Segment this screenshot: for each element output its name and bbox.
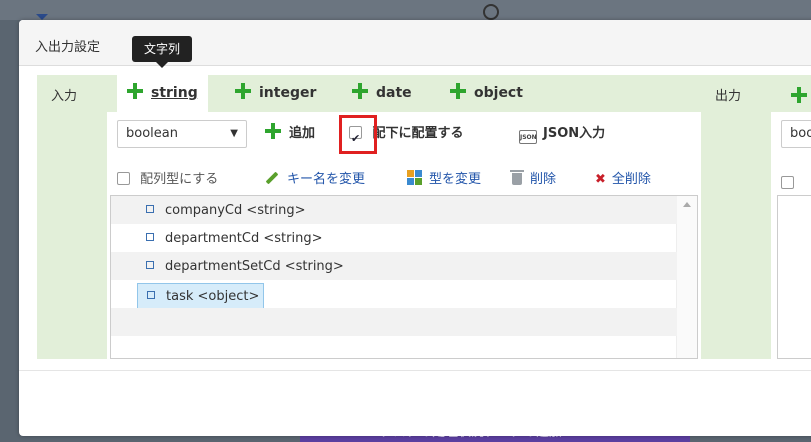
change-type-button[interactable]: 型を変更 <box>407 170 481 190</box>
type-change-icon <box>407 170 423 186</box>
output-label: 出力 <box>715 89 742 104</box>
dialog-header: 入出力設定 文字列 <box>19 20 811 68</box>
plus-icon <box>235 83 251 99</box>
output-key-tree <box>777 195 811 359</box>
dialog-footer-divider <box>19 370 811 371</box>
place-under-checkbox[interactable] <box>349 125 362 153</box>
key-tree: companyCd <string> departmentCd <string>… <box>110 195 698 359</box>
tree-row[interactable]: companyCd <string> <box>111 196 677 224</box>
output-panel: 出力 boo <box>701 75 811 359</box>
dialog-title: 入出力設定 <box>35 40 101 55</box>
array-option[interactable]: 配列型にする <box>117 170 218 190</box>
scrollbar[interactable] <box>676 196 697 358</box>
output-array-checkbox[interactable] <box>781 176 794 189</box>
io-settings-dialog: 入出力設定 文字列 入力 string integer date object … <box>19 20 811 436</box>
array-checkbox[interactable] <box>117 172 130 185</box>
input-label-column: 入力 <box>37 75 107 359</box>
chevron-down-icon: ▼ <box>230 128 238 139</box>
background-circle-icon <box>483 4 499 20</box>
tooltip: 文字列 <box>132 36 193 68</box>
delete-all-button[interactable]: ✖ 全削除 <box>595 170 651 190</box>
plus-icon[interactable] <box>791 87 807 103</box>
input-panel-body: boolean ▼ 追加 配下に配置する JSONJSON入力 配列型にする <box>107 112 701 359</box>
tab-string[interactable]: string <box>117 75 208 112</box>
rename-key-button[interactable]: キー名を変更 <box>265 170 365 190</box>
close-icon: ✖ <box>595 172 606 187</box>
tree-item-selected[interactable]: task <object> <box>137 283 265 309</box>
add-button[interactable]: 追加 <box>265 120 315 148</box>
tree-row[interactable]: departmentSetCd <string> <box>111 252 677 280</box>
tab-object[interactable]: object <box>440 75 533 112</box>
input-panel: 入力 string integer date object boolean ▼ <box>37 75 701 359</box>
json-input-button[interactable]: JSON JSON入力 <box>519 120 605 148</box>
json-icon: JSON <box>519 130 537 144</box>
tab-integer[interactable]: integer <box>225 75 326 112</box>
node-icon <box>146 261 154 269</box>
tab-date[interactable]: date <box>342 75 422 112</box>
plus-icon <box>127 83 143 99</box>
background-toolbar <box>0 0 811 20</box>
input-label: 入力 <box>51 89 78 104</box>
node-icon <box>146 205 154 213</box>
plus-icon <box>352 83 368 99</box>
tree-row[interactable]: departmentCd <string> <box>111 224 677 252</box>
type-select[interactable]: boolean ▼ <box>117 120 247 148</box>
node-icon <box>147 291 155 299</box>
scroll-up-icon[interactable] <box>683 202 691 207</box>
output-label-column: 出力 <box>701 75 771 359</box>
place-under-label: 配下に配置する <box>372 126 464 141</box>
delete-button[interactable]: 削除 <box>510 170 556 190</box>
plus-icon <box>450 83 466 99</box>
tree-row <box>111 308 677 336</box>
plus-icon <box>265 123 281 139</box>
pencil-icon <box>265 171 279 185</box>
place-under-option[interactable]: 配下に配置する <box>339 115 464 154</box>
tree-row[interactable]: task <object> <box>111 280 677 309</box>
tree-item[interactable]: departmentSetCd <string> <box>146 257 348 277</box>
tree-item[interactable]: companyCd <string> <box>146 201 309 221</box>
trash-icon <box>510 170 524 185</box>
output-type-select[interactable]: boo <box>781 120 811 148</box>
tree-item[interactable]: departmentCd <string> <box>146 229 326 249</box>
node-icon <box>146 233 154 241</box>
